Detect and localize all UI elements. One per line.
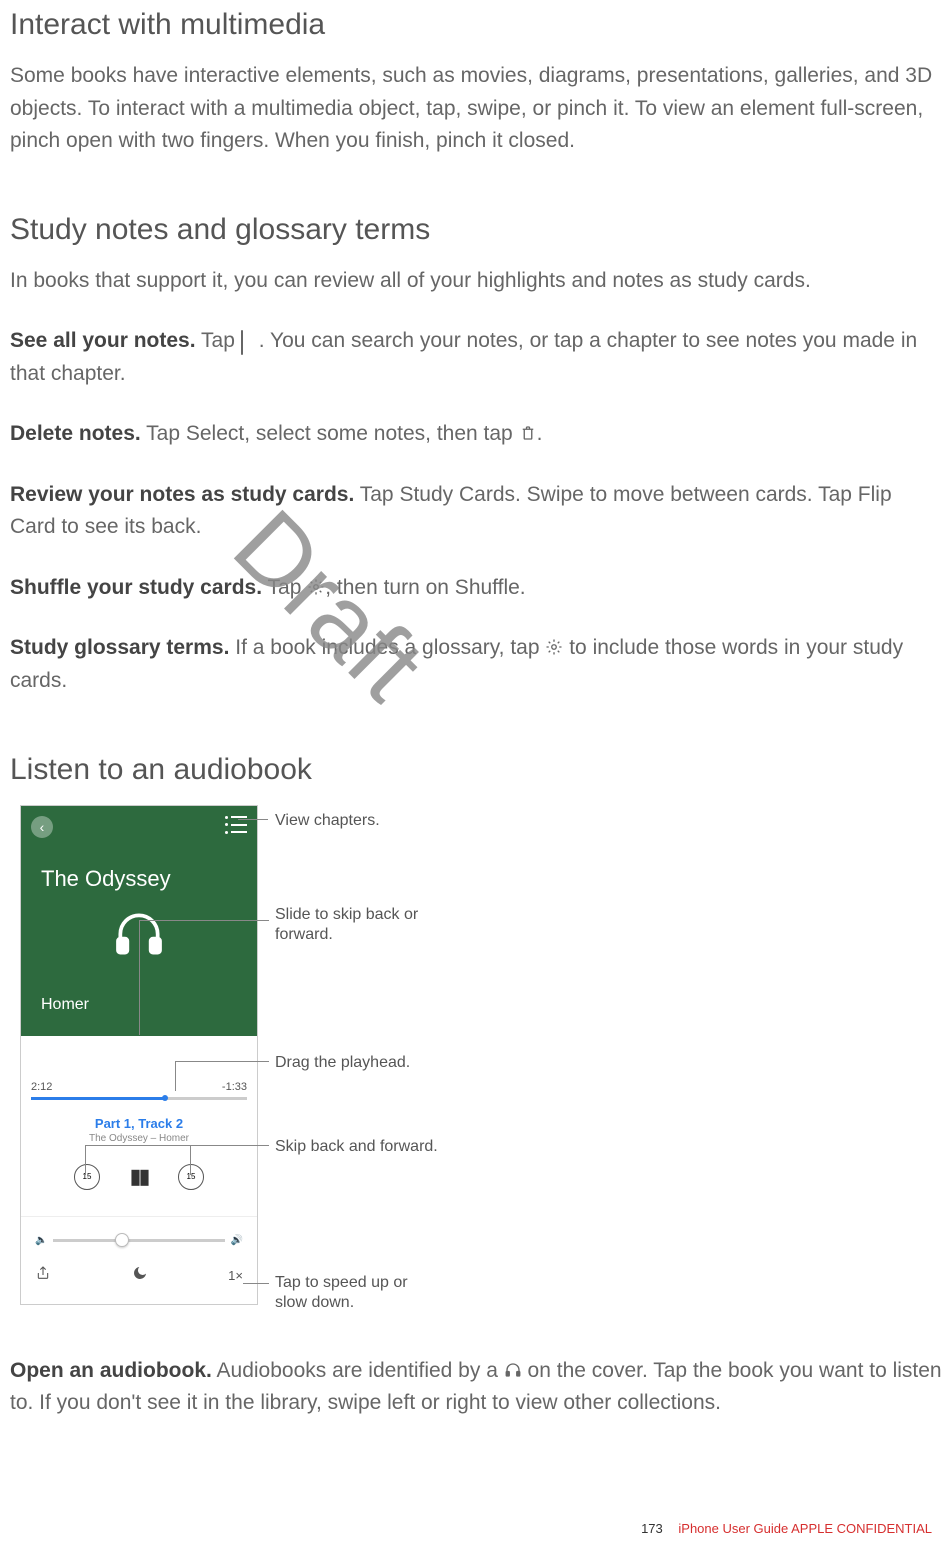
volume-low-icon: 🔈 xyxy=(35,1235,47,1246)
sleep-timer-button[interactable] xyxy=(132,1265,148,1286)
time-elapsed: 2:12 xyxy=(31,1081,52,1093)
share-button[interactable] xyxy=(35,1264,51,1287)
volume-high-icon: 🔊 xyxy=(231,1235,243,1246)
volume-slider[interactable] xyxy=(53,1239,224,1242)
author: Homer xyxy=(41,996,89,1014)
phone-playback-area: 2:12 -1:33 Part 1, Track 2 The Odyssey –… xyxy=(21,1036,257,1216)
text-open-a: Audiobooks are identified by a xyxy=(212,1359,504,1382)
text-delete-a: Tap Select, select some notes, then tap xyxy=(141,422,519,445)
gear-icon xyxy=(545,634,563,652)
trash-icon xyxy=(519,420,537,438)
pause-button[interactable]: ▮▮ xyxy=(130,1164,148,1189)
para-glossary: Study glossary terms. If a book includes… xyxy=(10,632,942,697)
back-button[interactable]: ‹ xyxy=(31,816,53,838)
headphones-icon xyxy=(504,1357,522,1375)
playhead-slider[interactable] xyxy=(31,1097,247,1100)
skip-forward-button[interactable]: 15 xyxy=(178,1164,204,1190)
callout-speed: Tap to speed up or slow down. xyxy=(275,1273,435,1315)
phone-bottom-area: 🔈 🔊 1× xyxy=(21,1216,257,1306)
track-title: Part 1, Track 2 xyxy=(21,1116,257,1131)
callout-playhead: Drag the playhead. xyxy=(275,1053,410,1074)
callout-skip: Skip back and forward. xyxy=(275,1137,438,1158)
label-see-notes: See all your notes. xyxy=(10,329,196,352)
text-shuffle-b: , then turn on Shuffle. xyxy=(325,576,525,599)
heading-study: Study notes and glossary terms xyxy=(10,213,942,247)
para-review: Review your notes as study cards. Tap St… xyxy=(10,479,942,544)
book-title: The Odyssey xyxy=(41,866,171,892)
label-delete: Delete notes. xyxy=(10,422,141,445)
text-shuffle-a: Tap xyxy=(262,576,307,599)
track-subtitle: The Odyssey – Homer xyxy=(21,1133,257,1144)
text-see-notes-a: Tap xyxy=(196,329,241,352)
callout-slide: Slide to skip back or forward. xyxy=(275,905,425,947)
skip-back-button[interactable]: 15 xyxy=(74,1164,100,1190)
footer: 173 iPhone User Guide APPLE CONFIDENTIAL xyxy=(641,1521,932,1536)
para-open-audiobook: Open an audiobook. Audiobooks are identi… xyxy=(10,1355,942,1420)
label-open: Open an audiobook. xyxy=(10,1359,212,1382)
notes-icon xyxy=(241,327,259,345)
para-see-notes: See all your notes. Tap . You can search… xyxy=(10,325,942,390)
speed-button[interactable]: 1× xyxy=(228,1268,243,1283)
audiobook-figure: ‹ The Odyssey Homer 2:12 -1:33 xyxy=(10,805,530,1315)
text-delete-b: . xyxy=(537,422,543,445)
para-shuffle: Shuffle your study cards. Tap , then tur… xyxy=(10,572,942,605)
label-shuffle: Shuffle your study cards. xyxy=(10,576,262,599)
footer-text: iPhone User Guide APPLE CONFIDENTIAL xyxy=(678,1521,932,1536)
label-review: Review your notes as study cards. xyxy=(10,483,354,506)
heading-multimedia: Interact with multimedia xyxy=(10,8,942,42)
para-study-intro: In books that support it, you can review… xyxy=(10,265,942,298)
page-number: 173 xyxy=(641,1521,663,1536)
text-glossary-a: If a book includes a glossary, tap xyxy=(229,636,545,659)
para-multimedia: Some books have interactive elements, su… xyxy=(10,60,942,158)
heading-audiobook: Listen to an audiobook xyxy=(10,753,942,787)
phone-screen: ‹ The Odyssey Homer 2:12 -1:33 xyxy=(20,805,258,1305)
callout-chapters: View chapters. xyxy=(275,811,380,832)
gear-icon xyxy=(307,574,325,592)
label-glossary: Study glossary terms. xyxy=(10,636,229,659)
para-delete-notes: Delete notes. Tap Select, select some no… xyxy=(10,418,942,451)
time-remaining: -1:33 xyxy=(222,1081,247,1093)
